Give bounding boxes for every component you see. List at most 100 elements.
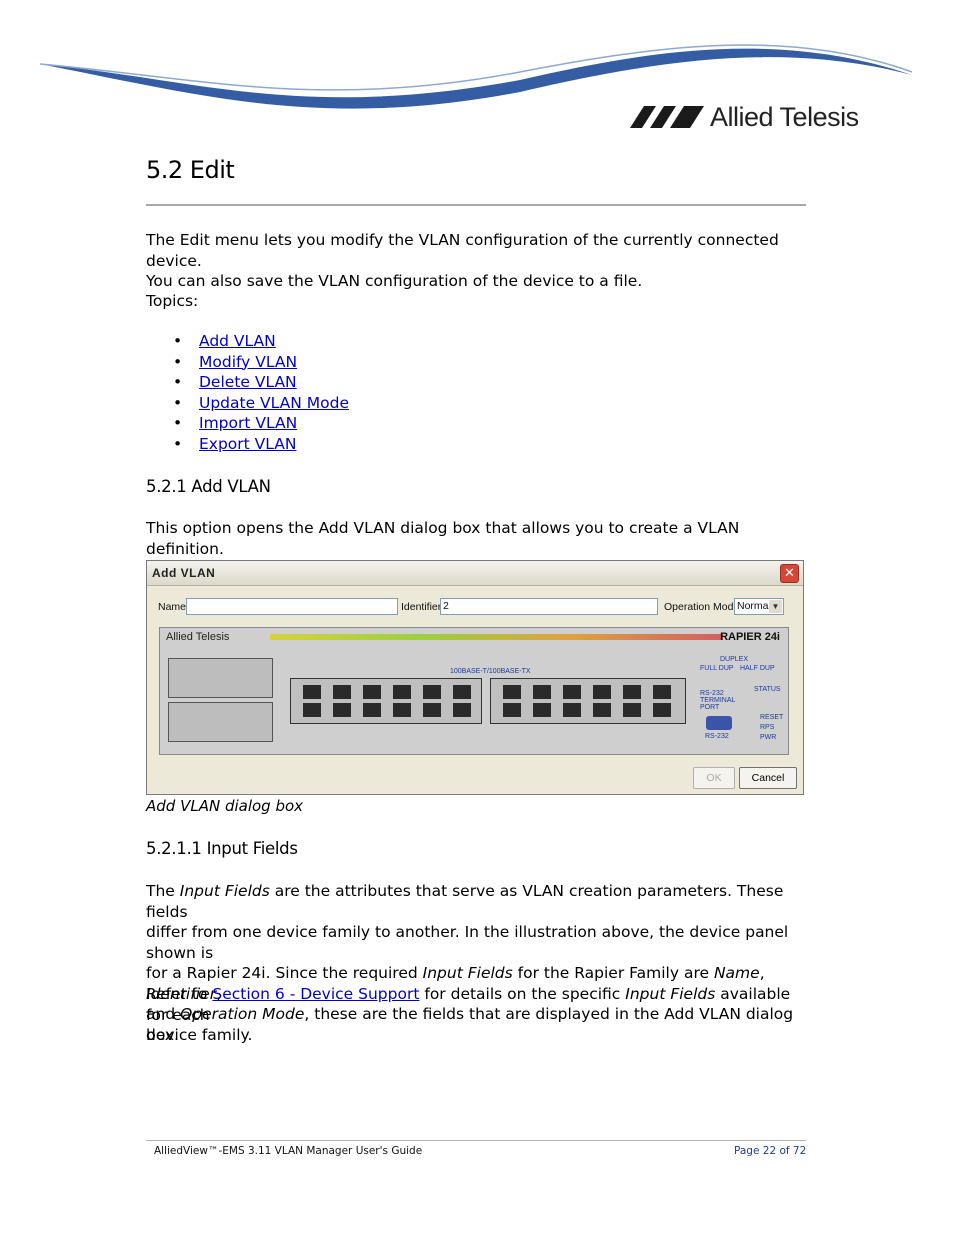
add-vlan-description: This option opens the Add VLAN dialog bo… [146, 519, 740, 558]
port[interactable] [423, 703, 441, 717]
topics-label: Topics: [146, 292, 199, 310]
list-item: Add VLAN [146, 331, 349, 352]
panel-stripe [270, 634, 723, 640]
intro-paragraph: The Edit menu lets you modify the VLAN c… [146, 230, 806, 292]
topic-link-add-vlan[interactable]: Add VLAN [199, 332, 276, 350]
header-swoosh [39, 44, 913, 109]
expansion-slot-25[interactable] [168, 658, 273, 698]
input-fields-heading: 5.2.1.1 Input Fields [146, 839, 298, 858]
port[interactable] [423, 685, 441, 699]
add-vlan-dialog: Add VLAN ✕ Name Identifier 2 Operation M… [146, 560, 804, 795]
port[interactable] [563, 703, 581, 717]
intro-line-2: You can also save the VLAN configuration… [146, 272, 643, 290]
port[interactable] [653, 703, 671, 717]
panel-model: RAPIER 24i [720, 631, 780, 643]
dialog-titlebar: Add VLAN ✕ [147, 561, 803, 586]
refer-paragraph: Refer to Section 6 - Device Support for … [146, 984, 806, 1046]
rs232-port[interactable] [706, 716, 732, 730]
text-run-italic: Name [713, 964, 760, 982]
rs232-label: RS-232 TERMINAL PORT [700, 690, 736, 711]
port[interactable] [393, 703, 411, 717]
port[interactable] [393, 685, 411, 699]
text-run: for the Rapier Family are [512, 964, 714, 982]
close-icon[interactable]: ✕ [780, 564, 799, 583]
topic-link-update-vlan-mode[interactable]: Update VLAN Mode [199, 394, 349, 412]
text-run: The [146, 882, 180, 900]
list-item: Delete VLAN [146, 372, 349, 393]
topic-link-modify-vlan[interactable]: Modify VLAN [199, 353, 297, 371]
footer-divider [146, 1140, 806, 1141]
list-item: Modify VLAN [146, 352, 349, 373]
text-run: for a Rapier 24i. Since the required [146, 964, 423, 982]
identifier-input[interactable]: 2 [440, 598, 658, 615]
topic-link-export-vlan[interactable]: Export VLAN [199, 435, 296, 453]
port[interactable] [623, 685, 641, 699]
half-dup-label: HALF DUP [740, 665, 775, 672]
duplex-label: DUPLEX [720, 656, 749, 663]
port[interactable] [363, 703, 381, 717]
port[interactable] [533, 703, 551, 717]
operation-mode-value: Normal [737, 600, 771, 612]
topics-list: Add VLAN Modify VLAN Delete VLAN Update … [146, 331, 349, 454]
port[interactable] [453, 685, 471, 699]
title-divider [146, 204, 806, 206]
list-item: Update VLAN Mode [146, 393, 349, 414]
port[interactable] [593, 685, 611, 699]
text-run-italic: Input Fields [179, 882, 270, 900]
panel-brand: Allied Telesis [166, 631, 230, 643]
port[interactable] [593, 703, 611, 717]
rs232-sub-label: RS-232 [705, 733, 729, 740]
port[interactable] [653, 685, 671, 699]
text-run-italic: Input Fields [625, 985, 716, 1003]
list-item: Import VLAN [146, 413, 349, 434]
footer-page-number: Page 22 of 72 [734, 1145, 807, 1157]
status-label: STATUS [754, 686, 781, 693]
topic-link-import-vlan[interactable]: Import VLAN [199, 414, 297, 432]
expansion-slot-26[interactable] [168, 702, 273, 742]
logo-mark-icon [630, 106, 704, 128]
dialog-title: Add VLAN [152, 566, 216, 580]
text-run: device family. [146, 1026, 253, 1044]
text-run: for details on the specific [419, 985, 626, 1003]
add-vlan-heading: 5.2.1 Add VLAN [146, 477, 271, 496]
allied-telesis-logo: Allied Telesis [630, 100, 859, 134]
topic-link-delete-vlan[interactable]: Delete VLAN [199, 373, 297, 391]
port[interactable] [303, 685, 321, 699]
full-dup-label: FULL DUP [700, 665, 734, 672]
device-panel: Allied Telesis RAPIER 24i 100BASE-T/100B… [159, 627, 789, 755]
section-6-link[interactable]: Section 6 - Device Support [212, 985, 419, 1003]
figure-caption: Add VLAN dialog box [146, 797, 304, 815]
status-reset: RESET [760, 714, 784, 721]
footer-guide-title: AlliedView™-EMS 3.11 VLAN Manager User's… [154, 1145, 423, 1157]
logo-text: Allied Telesis [710, 101, 859, 132]
text-run-italic: Input Fields [422, 964, 513, 982]
port[interactable] [303, 703, 321, 717]
port[interactable] [333, 685, 351, 699]
text-run: differ from one device family to another… [146, 923, 789, 962]
port[interactable] [503, 685, 521, 699]
port[interactable] [563, 685, 581, 699]
port-group-label: 100BASE-T/100BASE-TX [450, 668, 531, 675]
cancel-button[interactable]: Cancel [739, 767, 797, 789]
name-label: Name [158, 601, 187, 613]
text-run: Refer to [146, 985, 213, 1003]
status-pwr: PWR [760, 734, 777, 741]
ok-button[interactable]: OK [693, 767, 735, 789]
port-block-right [490, 678, 686, 724]
port[interactable] [503, 703, 521, 717]
identifier-label: Identifier [401, 601, 442, 613]
chevron-down-icon: ▼ [769, 600, 782, 613]
port-block-left [290, 678, 482, 724]
port[interactable] [363, 685, 381, 699]
port[interactable] [623, 703, 641, 717]
port[interactable] [533, 685, 551, 699]
name-input[interactable] [186, 598, 398, 615]
port[interactable] [333, 703, 351, 717]
status-rps: RPS [760, 724, 775, 731]
operation-mode-select[interactable]: Normal ▼ [734, 598, 784, 615]
page-title: 5.2 Edit [146, 156, 235, 184]
operation-mode-label: Operation Mode [664, 601, 740, 613]
port[interactable] [453, 703, 471, 717]
intro-line-1: The Edit menu lets you modify the VLAN c… [146, 231, 779, 270]
text-run: , [759, 964, 765, 982]
